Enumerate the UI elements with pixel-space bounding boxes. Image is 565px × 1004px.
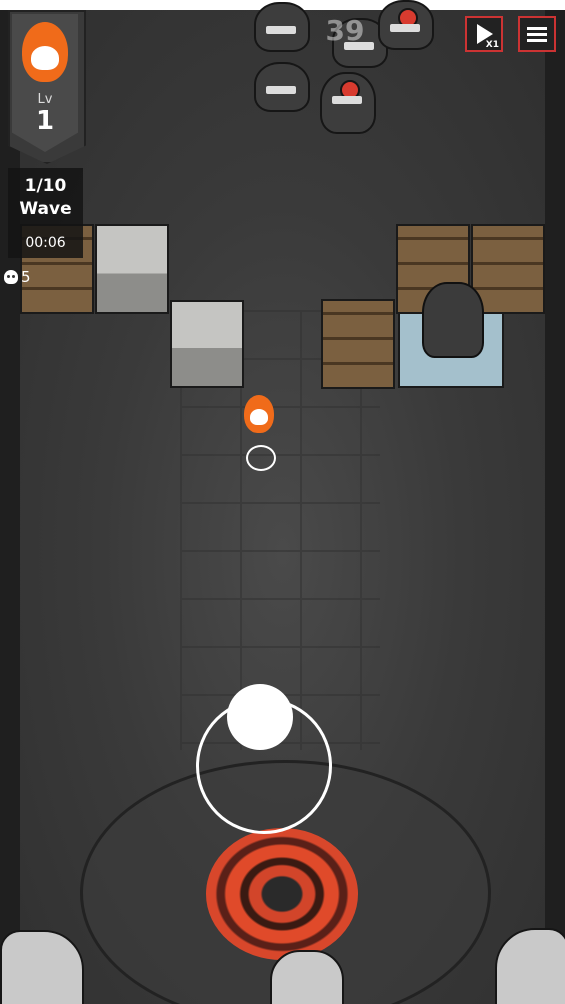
speed-label: X1 bbox=[485, 40, 499, 50]
enemy-counter: 39 bbox=[325, 14, 365, 47]
skull-icon bbox=[4, 270, 18, 284]
menu-button[interactable] bbox=[518, 16, 556, 52]
enemy-cyclops bbox=[378, 0, 434, 50]
rock bbox=[495, 928, 565, 1004]
game-stage: Lv 1 1/10 Wave 00:06 5 39 X1 bbox=[0, 0, 565, 1004]
rock bbox=[0, 930, 84, 1004]
level-value: 1 bbox=[35, 106, 55, 136]
player-character bbox=[234, 395, 282, 475]
wave-label: Wave bbox=[19, 199, 72, 219]
wave-timer: 00:06 bbox=[25, 235, 66, 251]
enemy-cyclops bbox=[320, 72, 376, 134]
level-label: Lv bbox=[37, 92, 53, 107]
cauldron bbox=[422, 282, 484, 358]
speed-button[interactable]: X1 bbox=[465, 16, 503, 52]
stone-block bbox=[170, 300, 244, 388]
kill-counter: 5 bbox=[4, 268, 31, 286]
skull-icon bbox=[250, 409, 268, 425]
wooden-crate bbox=[321, 299, 395, 389]
enemy-eye-icon bbox=[398, 8, 418, 28]
enemy-eye-icon bbox=[340, 80, 360, 100]
enemy-monster bbox=[254, 2, 310, 52]
left-wall bbox=[0, 0, 20, 1004]
red-portal bbox=[206, 828, 358, 960]
menu-icon bbox=[527, 24, 547, 45]
joystick-knob[interactable] bbox=[227, 684, 293, 750]
cauldron-stand bbox=[398, 282, 504, 388]
target-ring bbox=[246, 445, 276, 471]
stone-block bbox=[95, 224, 169, 314]
right-wall bbox=[545, 0, 565, 1004]
enemy-monster bbox=[254, 62, 310, 112]
rock bbox=[270, 950, 344, 1004]
kill-count: 5 bbox=[21, 268, 31, 286]
flaming-skull-icon bbox=[22, 22, 68, 82]
skull-face bbox=[31, 46, 59, 70]
wave-count: 1/10 bbox=[24, 176, 67, 196]
